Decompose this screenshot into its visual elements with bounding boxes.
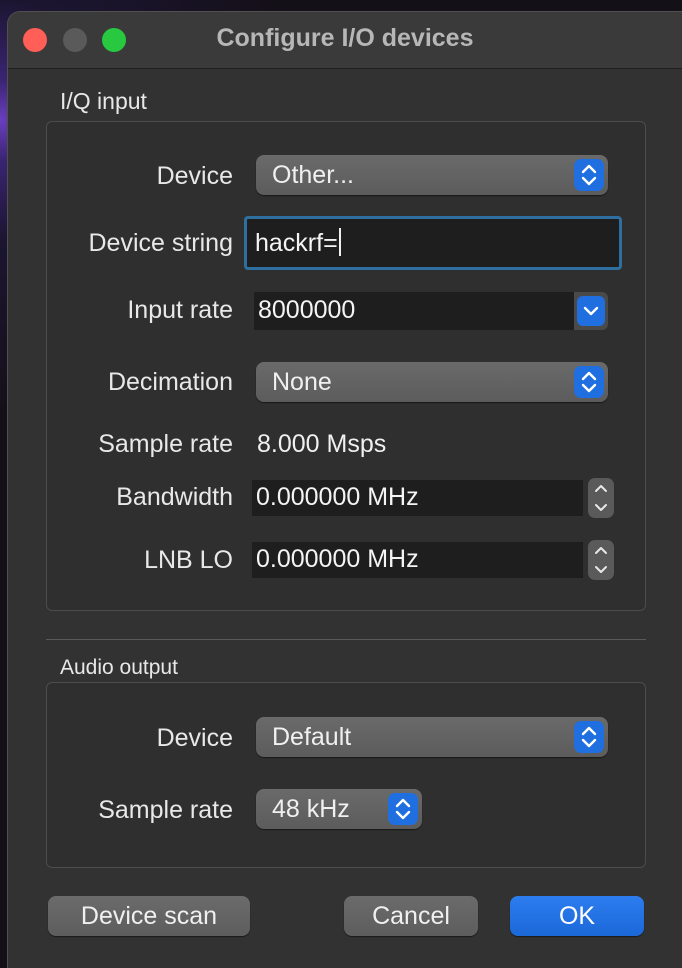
bandwidth-field[interactable]: 0.000000 MHz [252,480,583,516]
chevron-up-down-icon [388,793,418,825]
audio-device-value: Default [272,723,352,751]
chevron-up-down-icon [574,721,604,753]
bandwidth-stepper[interactable] [588,478,614,518]
audio-device-select[interactable]: Default [256,717,608,757]
audio-sample-rate-label: Sample rate [98,796,233,824]
iq-device-label: Device [156,162,233,190]
iq-device-value: Other... [272,161,354,189]
decimation-label: Decimation [107,368,233,396]
text-caret [338,228,341,256]
lnb-lo-stepper[interactable] [588,540,614,580]
lnb-lo-label: LNB LO [144,546,233,574]
section-divider [46,639,646,640]
chevron-up-icon[interactable] [588,478,614,498]
bandwidth-label: Bandwidth [116,483,233,511]
chevron-down-icon [577,296,605,326]
iq-sample-rate-value: 8.000 Msps [257,430,387,458]
device-string-label: Device string [88,229,234,257]
chevron-down-icon[interactable] [588,498,614,518]
decimation-select[interactable]: None [256,362,608,402]
title-bar: Configure I/O devices [8,12,682,69]
input-rate-dropdown-button[interactable] [574,292,608,330]
audio-sample-rate-value: 48 kHz [272,795,350,823]
configure-io-dialog: Configure I/O devices I/Q input Device O… [8,12,682,968]
device-string-field[interactable]: hackrf= [244,216,622,270]
iq-device-select[interactable]: Other... [256,155,608,195]
audio-sample-rate-select[interactable]: 48 kHz [256,789,422,829]
device-scan-button[interactable]: Device scan [48,896,250,936]
chevron-up-icon[interactable] [588,540,614,560]
window-title: Configure I/O devices [216,24,474,52]
cancel-button[interactable]: Cancel [344,896,478,936]
device-string-value: hackrf= [255,229,338,257]
bandwidth-value: 0.000000 MHz [256,483,419,511]
iq-sample-rate-label: Sample rate [98,430,233,458]
chevron-down-icon[interactable] [588,560,614,580]
iq-input-section-label: I/Q input [60,88,147,114]
audio-output-group [46,682,646,868]
chevron-up-down-icon [574,366,604,398]
ok-button[interactable]: OK [510,896,644,936]
lnb-lo-value: 0.000000 MHz [256,545,419,573]
audio-device-label: Device [156,724,233,752]
lnb-lo-field[interactable]: 0.000000 MHz [252,542,583,578]
input-rate-field[interactable]: 8000000 [254,292,576,330]
chevron-up-down-icon [574,159,604,191]
input-rate-value: 8000000 [258,296,356,324]
audio-output-section-label: Audio output [60,656,178,679]
input-rate-label: Input rate [127,296,233,324]
decimation-value: None [272,368,332,396]
